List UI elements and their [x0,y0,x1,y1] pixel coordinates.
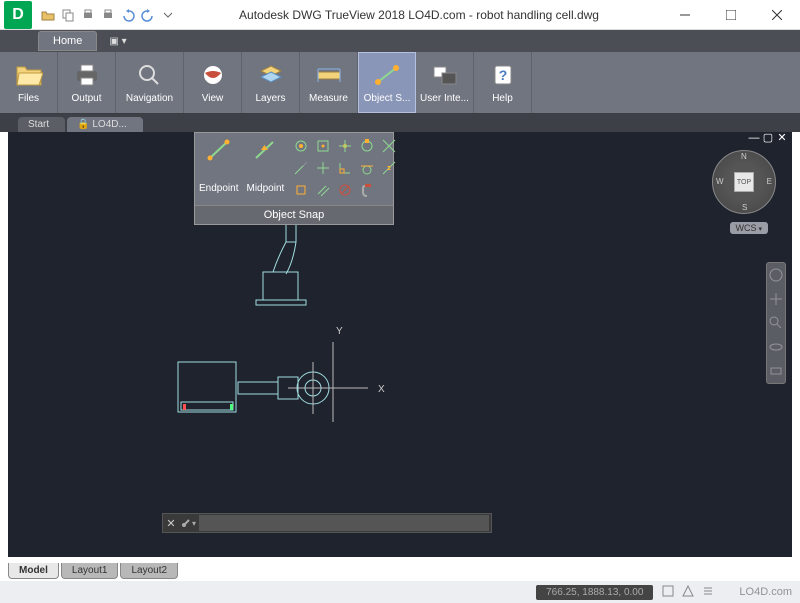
layers-button[interactable]: Layers [242,52,300,113]
endpoint-icon [373,61,401,89]
quadrant-snap-button[interactable] [358,137,376,155]
qat-redo-icon[interactable] [140,7,156,23]
viewcube-face[interactable]: TOP [734,172,754,192]
user-interface-button[interactable]: User Inte... [416,52,474,113]
maximize-button[interactable] [708,0,754,30]
files-button[interactable]: Files [0,52,58,113]
globe-icon [199,61,227,89]
osnap-panel-title: Object Snap [195,205,393,224]
watermark: LO4D.com [739,586,792,598]
qat-dropdown-icon[interactable] [160,7,176,23]
status-scale-icon[interactable] [681,584,697,600]
window-title: Autodesk DWG TrueView 2018 LO4D.com - ro… [176,8,662,22]
qat-print-icon[interactable] [80,7,96,23]
cmdline-close-icon[interactable]: ✕ [163,517,179,530]
intersection-snap-button[interactable] [380,137,398,155]
view-button[interactable]: View [184,52,242,113]
object-snap-panel: Endpoint Midpoint [194,132,394,225]
svg-text:X: X [378,384,385,395]
viewport-maximize-icon[interactable]: ▢ [762,134,774,144]
navigation-button[interactable]: Navigation [116,52,184,113]
steering-wheel-icon[interactable] [768,267,784,283]
tangent-snap-button[interactable] [358,159,376,177]
qat-undo-icon[interactable] [120,7,136,23]
parallel-snap-button[interactable] [314,181,332,199]
showmotion-icon[interactable] [768,363,784,379]
layout-tab-layout2[interactable]: Layout2 [120,563,178,579]
command-input[interactable] [199,515,489,531]
help-icon: ? [489,61,517,89]
qat-copy-icon[interactable] [60,7,76,23]
node-snap-button[interactable] [336,137,354,155]
nearest-snap-button[interactable] [380,159,398,177]
apparent-intersection-snap-button[interactable] [292,181,310,199]
svg-text:Y: Y [336,326,343,337]
minimize-button[interactable] [662,0,708,30]
ribbon: Files Output Navigation View Layers Meas… [0,52,800,114]
measure-button[interactable]: Measure [300,52,358,113]
zoom-icon[interactable] [768,315,784,331]
doc-tab-start[interactable]: Start [18,117,65,132]
layout-tab-model[interactable]: Model [8,563,59,579]
viewport-minimize-icon[interactable]: — [748,134,760,144]
center-snap-button[interactable] [292,137,310,155]
drawing-canvas[interactable]: — ▢ ✕ Endpoint Midpoint [8,132,792,557]
orbit-icon[interactable] [768,339,784,355]
extension-snap-button[interactable] [292,159,310,177]
insertion-snap-button[interactable] [314,159,332,177]
home-tab[interactable]: Home [38,31,97,51]
none-snap-button[interactable] [336,181,354,199]
layout-tab-layout1[interactable]: Layout1 [61,563,119,579]
help-button[interactable]: ? Help [474,52,532,113]
cmdline-config-icon[interactable]: ▾ [179,517,197,529]
layers-icon [257,61,285,89]
output-button[interactable]: Output [58,52,116,113]
ruler-icon [315,61,343,89]
magnifier-icon [136,61,164,89]
endpoint-snap-button[interactable] [206,137,232,163]
status-layout-icon[interactable] [661,584,677,600]
command-line: ✕ ▾ [162,513,492,533]
wcs-dropdown[interactable]: WCS [730,222,768,234]
app-icon[interactable]: D [4,1,32,29]
svg-text:?: ? [498,67,507,83]
doc-tab-file[interactable]: 🔒 LO4D... [67,117,143,132]
coordinates-readout: 766.25, 1888.13, 0.00 [536,585,653,600]
qat-open-icon[interactable] [40,7,56,23]
qat-print2-icon[interactable] [100,7,116,23]
folder-open-icon [15,61,43,89]
status-customize-icon[interactable] [701,584,717,600]
viewport-close-icon[interactable]: ✕ [776,134,788,144]
status-bar: 766.25, 1888.13, 0.00 LO4D.com [0,581,800,603]
windows-icon [431,61,459,89]
ribbon-dropdown-icon[interactable]: ▣ ▾ [103,34,132,49]
perpendicular-snap-button[interactable] [336,159,354,177]
printer-icon [73,61,101,89]
geometric-center-snap-button[interactable] [314,137,332,155]
close-button[interactable] [754,0,800,30]
pan-icon[interactable] [768,291,784,307]
midpoint-snap-button[interactable] [252,137,278,163]
viewcube[interactable]: N S E W TOP [712,150,776,214]
osnap-settings-button[interactable] [358,181,376,199]
drawing-content: X Y [168,182,448,487]
navigation-bar [766,262,786,384]
object-snap-button[interactable]: Object S... [358,52,416,113]
